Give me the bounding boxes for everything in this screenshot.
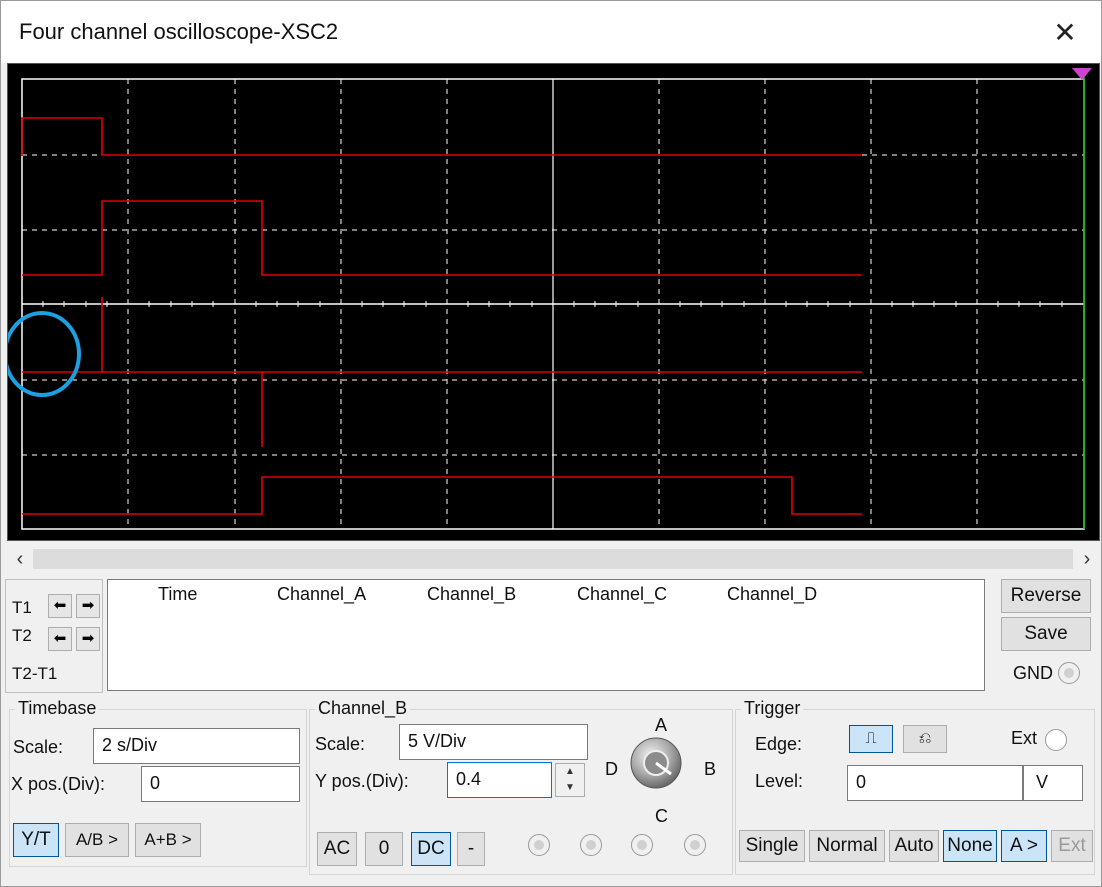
- gnd-label: GND: [1013, 663, 1053, 683]
- mode-a-plus-b-button[interactable]: A+B >: [135, 823, 201, 857]
- trigger-none-button[interactable]: None: [943, 830, 997, 862]
- cursor-t1-marker: [1072, 68, 1092, 80]
- timebase-scale-label: Scale:: [13, 737, 64, 757]
- trigger-title: Trigger: [741, 698, 804, 719]
- col-channel-b: Channel_B: [427, 584, 517, 604]
- t2-left-button[interactable]: ⬅: [48, 627, 72, 651]
- trigger-auto-button[interactable]: Auto: [889, 830, 939, 862]
- xpos-label: X pos.(Div):: [11, 774, 106, 794]
- trigger-single-button[interactable]: Single: [739, 830, 805, 862]
- arrow-left-icon: ⬅: [53, 630, 67, 647]
- spin-up-icon[interactable]: ▲: [556, 764, 584, 780]
- xpos-field[interactable]: 0: [141, 766, 300, 802]
- trace-channel-d: [22, 476, 862, 515]
- ext-radio[interactable]: [1045, 729, 1067, 751]
- scroll-right-icon[interactable]: ›: [1076, 545, 1098, 573]
- close-icon: ✕: [1053, 17, 1077, 48]
- ypos-field[interactable]: 0.4: [447, 762, 552, 798]
- trace-channel-b: [22, 200, 862, 276]
- scroll-track[interactable]: [33, 549, 1073, 569]
- channel-c-radio[interactable]: [631, 834, 653, 856]
- save-button[interactable]: Save: [1001, 617, 1091, 651]
- window-title: Four channel oscilloscope-XSC2: [19, 19, 339, 44]
- rising-edge-icon: ⎍: [865, 730, 877, 747]
- measurement-readout: Time Channel_A Channel_B Channel_C Chann…: [107, 579, 985, 691]
- col-channel-c: Channel_C: [577, 584, 668, 604]
- scope-graph: [3, 68, 1092, 530]
- arrow-left-icon: ⬅: [53, 597, 67, 614]
- knob-label-a: A: [655, 715, 668, 735]
- gnd-radio[interactable]: [1058, 662, 1080, 684]
- col-time: Time: [158, 584, 198, 604]
- highlight-circle: [3, 311, 81, 397]
- ypos-label: Y pos.(Div):: [315, 771, 409, 791]
- col-channel-a: Channel_A: [277, 584, 367, 604]
- trace-channel-a: [21, 117, 862, 156]
- t1-right-button[interactable]: ➡: [76, 594, 100, 618]
- ext-label: Ext: [1011, 728, 1038, 748]
- falling-edge-icon: ⎌: [918, 730, 932, 747]
- oscilloscope-window: Four channel oscilloscope-XSC2 ✕ ‹ › T1 …: [0, 0, 1102, 887]
- spin-down-icon[interactable]: ▼: [556, 780, 584, 796]
- channel-scale-label: Scale:: [315, 734, 366, 754]
- reverse-button[interactable]: Reverse: [1001, 579, 1091, 613]
- col-channel-d: Channel_D: [727, 584, 818, 604]
- channel-a-radio[interactable]: [528, 834, 550, 856]
- edge-rising-button[interactable]: ⎍: [849, 725, 893, 753]
- knob-label-b: B: [704, 759, 717, 779]
- t2-label: T2: [12, 626, 32, 645]
- scroll-left-icon[interactable]: ‹: [9, 545, 31, 573]
- trace-channel-c: [22, 297, 862, 373]
- t2-t1-label: T2-T1: [12, 664, 58, 683]
- scope-display[interactable]: [3, 63, 1100, 541]
- title-bar: Four channel oscilloscope-XSC2 ✕: [1, 1, 1101, 63]
- channel-scale-field[interactable]: 5 V/Div: [399, 724, 588, 760]
- edge-falling-button[interactable]: ⎌: [903, 725, 947, 753]
- level-label: Level:: [755, 771, 804, 791]
- timebase-title: Timebase: [15, 698, 100, 719]
- trigger-normal-button[interactable]: Normal: [809, 830, 885, 862]
- timebase-scale-field[interactable]: 2 s/Div: [93, 728, 300, 764]
- knob-label-c: C: [655, 806, 668, 826]
- knob-label-d: D: [605, 759, 618, 779]
- level-unit-field[interactable]: V: [1023, 765, 1083, 801]
- edge-label: Edge:: [755, 734, 803, 754]
- level-field[interactable]: 0: [847, 765, 1023, 801]
- channel-title: Channel_B: [315, 698, 411, 719]
- channel-selector-knob-icon[interactable]: [627, 736, 685, 790]
- coupling-0-button[interactable]: 0: [365, 832, 403, 866]
- trigger-ext-button[interactable]: Ext: [1051, 830, 1093, 862]
- mode-ab-button[interactable]: A/B >: [65, 823, 129, 857]
- channel-d-radio[interactable]: [684, 834, 706, 856]
- coupling-dc-button[interactable]: DC: [411, 832, 451, 866]
- arrow-right-icon: ➡: [81, 630, 95, 647]
- channel-b-radio[interactable]: [580, 834, 602, 856]
- coupling-ac-button[interactable]: AC: [317, 832, 357, 866]
- mode-yt-button[interactable]: Y/T: [13, 823, 59, 857]
- trigger-a-button[interactable]: A >: [1001, 830, 1047, 862]
- coupling-minus-button[interactable]: -: [457, 832, 485, 866]
- arrow-right-icon: ➡: [81, 597, 95, 614]
- t1-label: T1: [12, 598, 32, 617]
- horizontal-scrollbar[interactable]: ‹ ›: [7, 545, 1100, 573]
- cursor-panel: T1 ⬅ ➡ T2 ⬅ ➡ T2-T1: [5, 579, 103, 693]
- close-button[interactable]: ✕: [1043, 11, 1087, 55]
- t2-right-button[interactable]: ➡: [76, 627, 100, 651]
- ypos-spinner[interactable]: ▲ ▼: [555, 763, 585, 797]
- t1-left-button[interactable]: ⬅: [48, 594, 72, 618]
